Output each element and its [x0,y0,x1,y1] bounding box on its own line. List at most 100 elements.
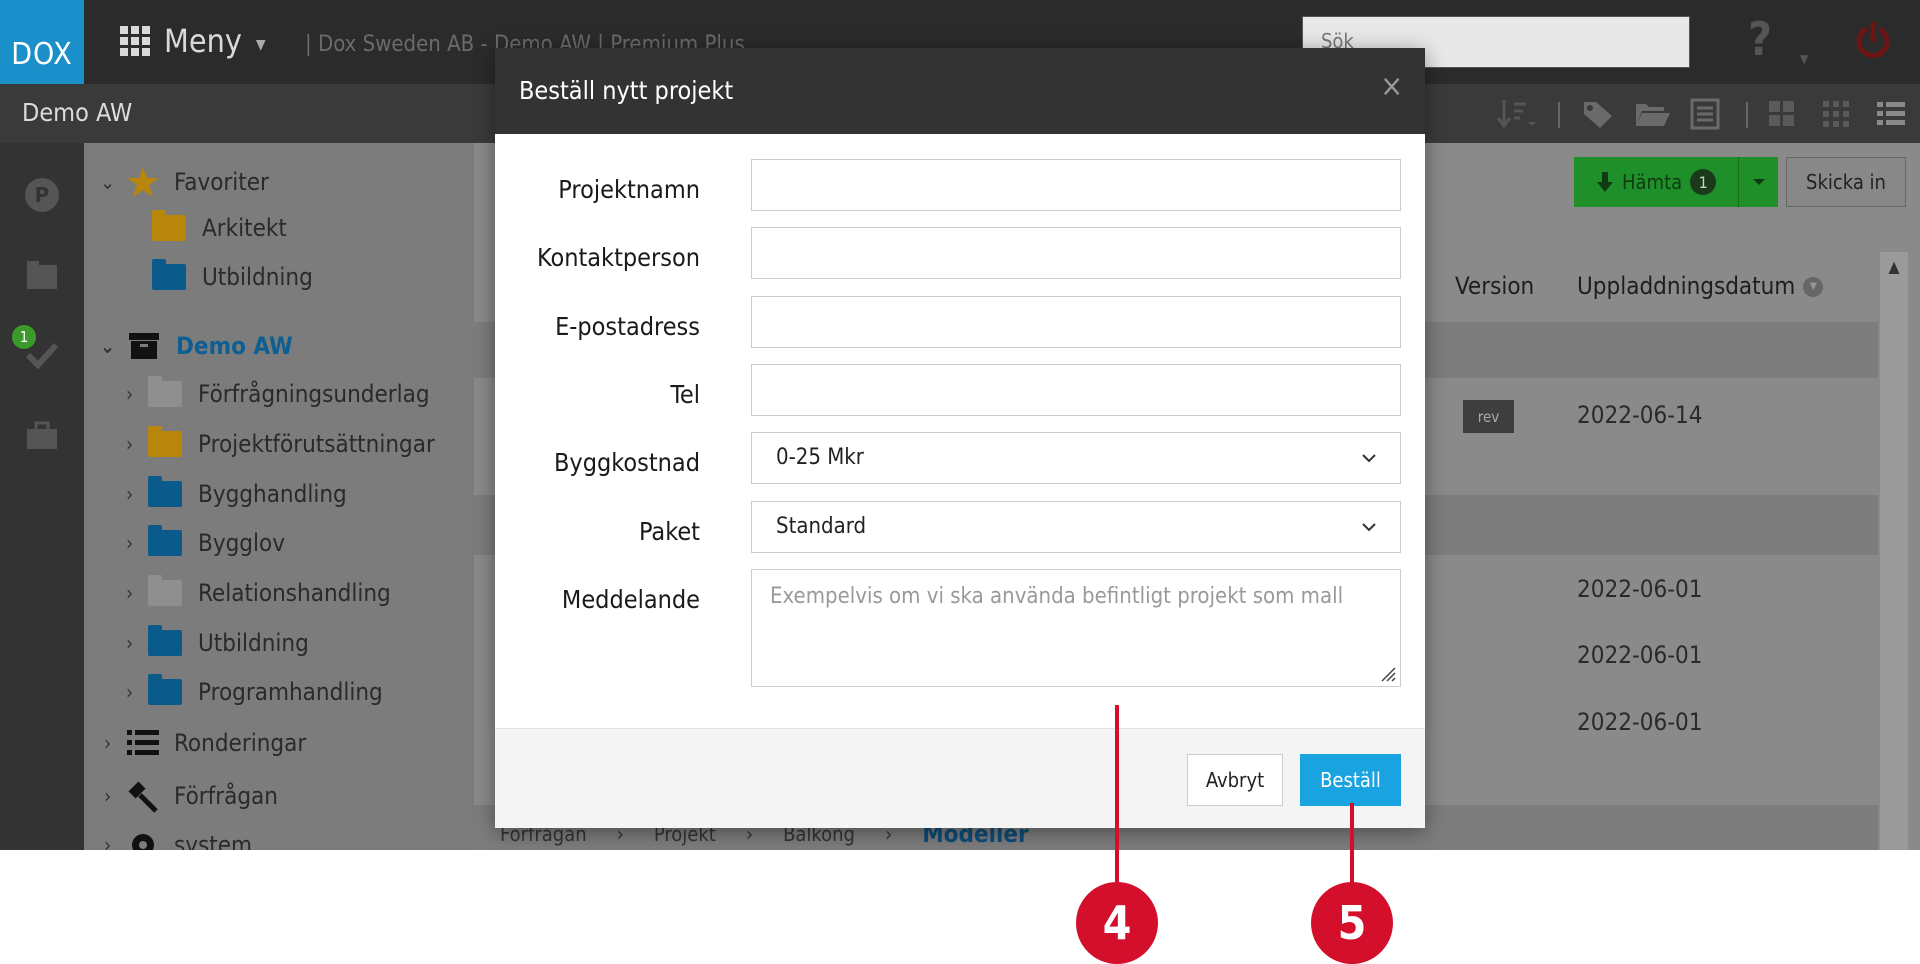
tree-node-label: Favoriter [174,168,269,196]
svg-text:P: P [35,183,50,207]
contact-person-input[interactable] [751,227,1401,279]
column-header-version[interactable]: Version [1455,272,1534,300]
tree-node-label: Bygglov [198,529,285,557]
tree-node-project[interactable]: ⌄ Demo AW [100,331,293,361]
download-count-badge: 1 [1690,169,1717,195]
dialog-title: Beställ nytt projekt [519,76,734,105]
upload-date: 2022-06-14 [1577,401,1703,429]
resize-grip-icon[interactable] [1378,664,1396,682]
tree-node-folder[interactable]: › Förfrågningsunderlag [126,376,430,408]
dox-logo[interactable]: DOX [0,0,84,84]
gear-icon [132,834,154,850]
folder-icon [148,625,182,656]
phone-input[interactable] [751,364,1401,416]
cancel-button[interactable]: Avbryt [1187,754,1283,806]
apps-grid-icon [120,26,150,56]
field-label: Kontaktperson [536,243,700,272]
chevron-right-icon: › [126,531,134,555]
chevron-down-icon: ⌄ [100,170,116,194]
select-value: Standard [776,514,867,539]
callout-number: 4 [1076,882,1158,964]
tree-node-favorites[interactable]: ⌄ Favoriter [100,165,269,199]
order-button[interactable]: Beställ [1300,754,1401,806]
folder-icon [148,575,182,606]
folder-icon [152,259,186,290]
divider [1558,102,1560,128]
chevron-right-icon: › [104,731,112,755]
download-button[interactable]: Hämta 1 [1574,157,1778,207]
download-dropdown-toggle[interactable] [1738,157,1778,207]
message-placeholder: Exempelvis om vi ska använda befintligt … [770,584,1344,609]
archive-box-icon [129,333,159,359]
help-icon[interactable]: ? [1748,12,1772,66]
chevron-down-icon [1362,454,1376,463]
field-label: E-postadress [555,312,700,341]
email-input[interactable] [751,296,1401,348]
submit-button[interactable]: Skicka in [1786,157,1906,207]
chevron-right-icon: › [126,382,134,406]
field-label: Byggkostnad [553,448,700,477]
field-label: Meddelande [561,585,700,614]
power-icon[interactable] [1853,20,1893,60]
list-document-icon[interactable] [1690,98,1720,130]
divider [1746,102,1748,128]
star-icon [127,167,159,197]
sort-caret-icon[interactable]: ▼ [1803,277,1824,297]
tree-node-label: Bygghandling [198,480,347,508]
revision-badge: rev [1463,400,1514,433]
small-grid-icon[interactable] [1822,100,1850,128]
folder-icon [152,210,186,241]
folder-icon [148,426,182,457]
upload-date: 2022-06-01 [1577,641,1703,669]
upload-date: 2022-06-01 [1577,708,1703,736]
tree-node-label: Utbildning [202,263,313,291]
package-select[interactable]: Standard [751,501,1401,553]
order-project-dialog: Beställ nytt projekt × Projektnamn Konta… [495,48,1425,828]
folder-open-icon[interactable] [1634,98,1672,130]
sort-icon[interactable] [1496,98,1540,130]
tree-node-label: Ronderingar [174,729,307,757]
chevron-right-icon: › [104,833,112,850]
tree-node-folder[interactable]: › Utbildning [126,625,309,657]
close-icon[interactable]: × [1380,72,1403,102]
tree-node-forfragan[interactable]: › Förfrågan [104,779,278,813]
arrow-down-icon [1597,172,1613,192]
tree-node-ronderingar[interactable]: › Ronderingar [104,728,306,758]
scrollbar[interactable] [1880,252,1908,850]
parking-p-icon[interactable]: P [22,175,62,215]
chevron-right-icon: › [126,581,134,605]
folder-icon [148,674,182,705]
tree-node-favorite-arkitekt[interactable]: Arkitekt [152,210,287,242]
list-icon [127,730,159,755]
tree-node-label: Förfrågningsunderlag [198,380,430,408]
chevron-right-icon: › [126,482,134,506]
message-textarea[interactable]: Exempelvis om vi ska använda befintligt … [751,569,1401,687]
tree-node-folder[interactable]: › Programhandling [126,674,383,706]
column-header-upload-date[interactable]: Uppladdningsdatum ▼ [1577,272,1824,300]
tree-node-folder[interactable]: › Bygglov [126,525,285,557]
tree-node-favorite-utbildning[interactable]: Utbildning [152,259,313,291]
tree-node-folder[interactable]: › Bygghandling [126,476,347,508]
scroll-up-icon[interactable]: ▲ [1880,252,1908,282]
field-label: Paket [638,517,700,546]
upload-date: 2022-06-01 [1577,575,1703,603]
building-cost-select[interactable]: 0-25 Mkr [751,432,1401,484]
tree-node-label: Utbildning [198,629,309,657]
dialog-footer [495,728,1425,828]
large-grid-icon[interactable] [1768,100,1796,128]
notification-badge: 1 [12,325,36,349]
tree-node-folder[interactable]: › Projektförutsättningar [126,426,435,458]
main-menu-button[interactable]: Meny ▼ [120,22,266,60]
tree-node-system[interactable]: › system [104,828,252,850]
tags-icon[interactable] [1582,98,1618,130]
caret-down-icon: ▼ [255,37,266,53]
list-view-icon[interactable] [1876,100,1906,128]
project-name-input[interactable] [751,159,1401,211]
tree-node-label: Förfrågan [174,782,278,810]
briefcase-icon[interactable] [22,415,62,455]
folder-icon [148,376,182,407]
chevron-down-icon: ⌄ [100,334,116,358]
folder-icon[interactable] [22,255,62,295]
tree-node-folder[interactable]: › Relationshandling [126,575,391,607]
caret-down-icon [1752,179,1765,185]
